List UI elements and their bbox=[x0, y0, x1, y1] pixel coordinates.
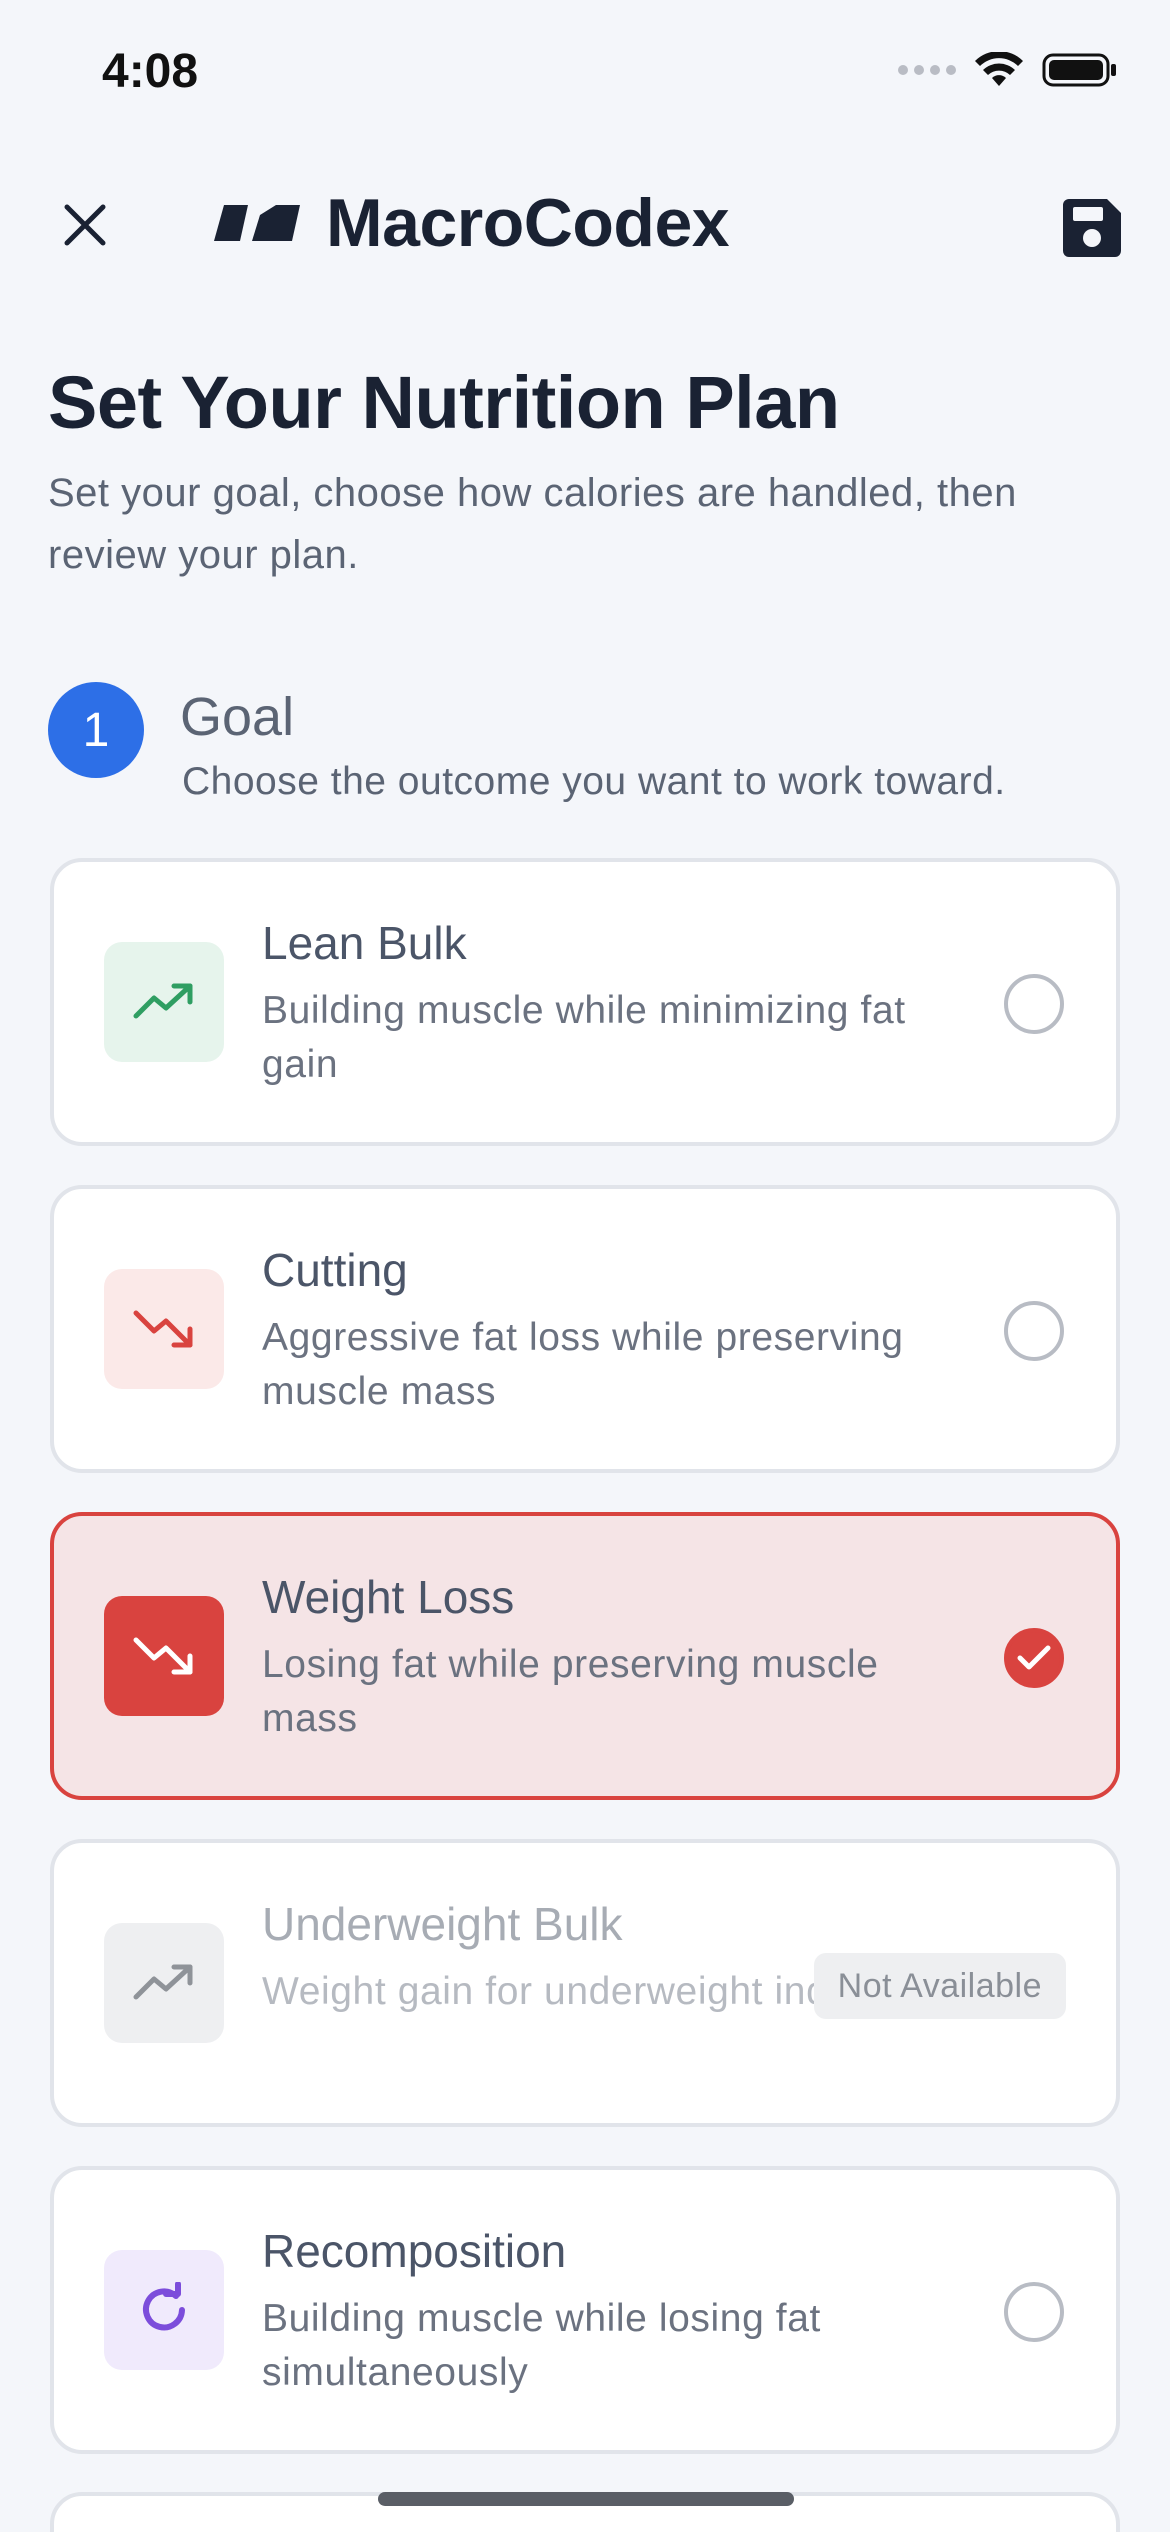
status-icons bbox=[898, 52, 1118, 88]
step-number-badge: 1 bbox=[48, 682, 144, 778]
option-title: Weight Loss bbox=[262, 1571, 515, 1623]
trending-up-icon bbox=[104, 1923, 224, 2043]
trending-up-icon bbox=[104, 942, 224, 1062]
status-bar: 4:08 bbox=[0, 0, 1170, 150]
option-title: Underweight Bulk bbox=[262, 1898, 623, 1950]
step-description: Choose the outcome you want to work towa… bbox=[182, 760, 1006, 803]
save-icon bbox=[1063, 199, 1121, 257]
page-title: Set Your Nutrition Plan bbox=[48, 361, 840, 444]
logo-icon bbox=[214, 205, 300, 241]
step-title: Goal bbox=[180, 687, 295, 747]
radio-button[interactable] bbox=[1004, 2282, 1064, 2342]
wifi-icon bbox=[975, 52, 1023, 86]
battery-icon bbox=[1042, 53, 1116, 87]
radio-button[interactable] bbox=[1004, 1301, 1064, 1361]
option-description: Losing fat while preserving muscle mass bbox=[262, 1643, 879, 1740]
close-icon bbox=[64, 204, 106, 246]
refresh-icon bbox=[104, 2250, 224, 2370]
option-description: Building muscle while losing fat simulta… bbox=[262, 2297, 821, 2394]
option-title: Lean Bulk bbox=[262, 917, 467, 969]
goal-option-underweight-bulk: Underweight Bulk Weight gain for underwe… bbox=[50, 1839, 1120, 2127]
goal-option-cutting[interactable]: Cutting Aggressive fat loss while preser… bbox=[50, 1185, 1120, 1473]
goal-option-lean-bulk[interactable]: Lean Bulk Building muscle while minimizi… bbox=[50, 858, 1120, 1146]
cellular-signal-icon bbox=[898, 65, 956, 75]
brand-title: MacroCodex bbox=[326, 185, 730, 261]
radio-button-checked[interactable] bbox=[1004, 1628, 1064, 1688]
trending-down-icon bbox=[104, 1269, 224, 1389]
option-title: Cutting bbox=[262, 1244, 408, 1296]
option-title: Recomposition bbox=[262, 2225, 567, 2277]
trending-down-icon bbox=[104, 1596, 224, 1716]
home-indicator[interactable] bbox=[378, 2492, 794, 2506]
not-available-badge: Not Available bbox=[813, 1953, 1066, 2019]
page-subtitle: Set your goal, choose how calories are h… bbox=[48, 471, 1017, 577]
option-description: Aggressive fat loss while preserving mus… bbox=[262, 1316, 904, 1413]
app-header: MacroCodex bbox=[0, 170, 1170, 280]
status-time: 4:08 bbox=[102, 45, 199, 98]
checkmark-icon bbox=[1017, 1645, 1051, 1670]
goal-option-weight-loss[interactable]: Weight Loss Losing fat while preserving … bbox=[50, 1512, 1120, 1800]
option-description: Building muscle while minimizing fat gai… bbox=[262, 989, 906, 1086]
save-button[interactable] bbox=[1054, 190, 1130, 266]
goal-option-recomposition[interactable]: Recomposition Building muscle while losi… bbox=[50, 2166, 1120, 2454]
close-button[interactable] bbox=[50, 190, 120, 260]
brand: MacroCodex bbox=[214, 184, 730, 262]
radio-button[interactable] bbox=[1004, 974, 1064, 1034]
